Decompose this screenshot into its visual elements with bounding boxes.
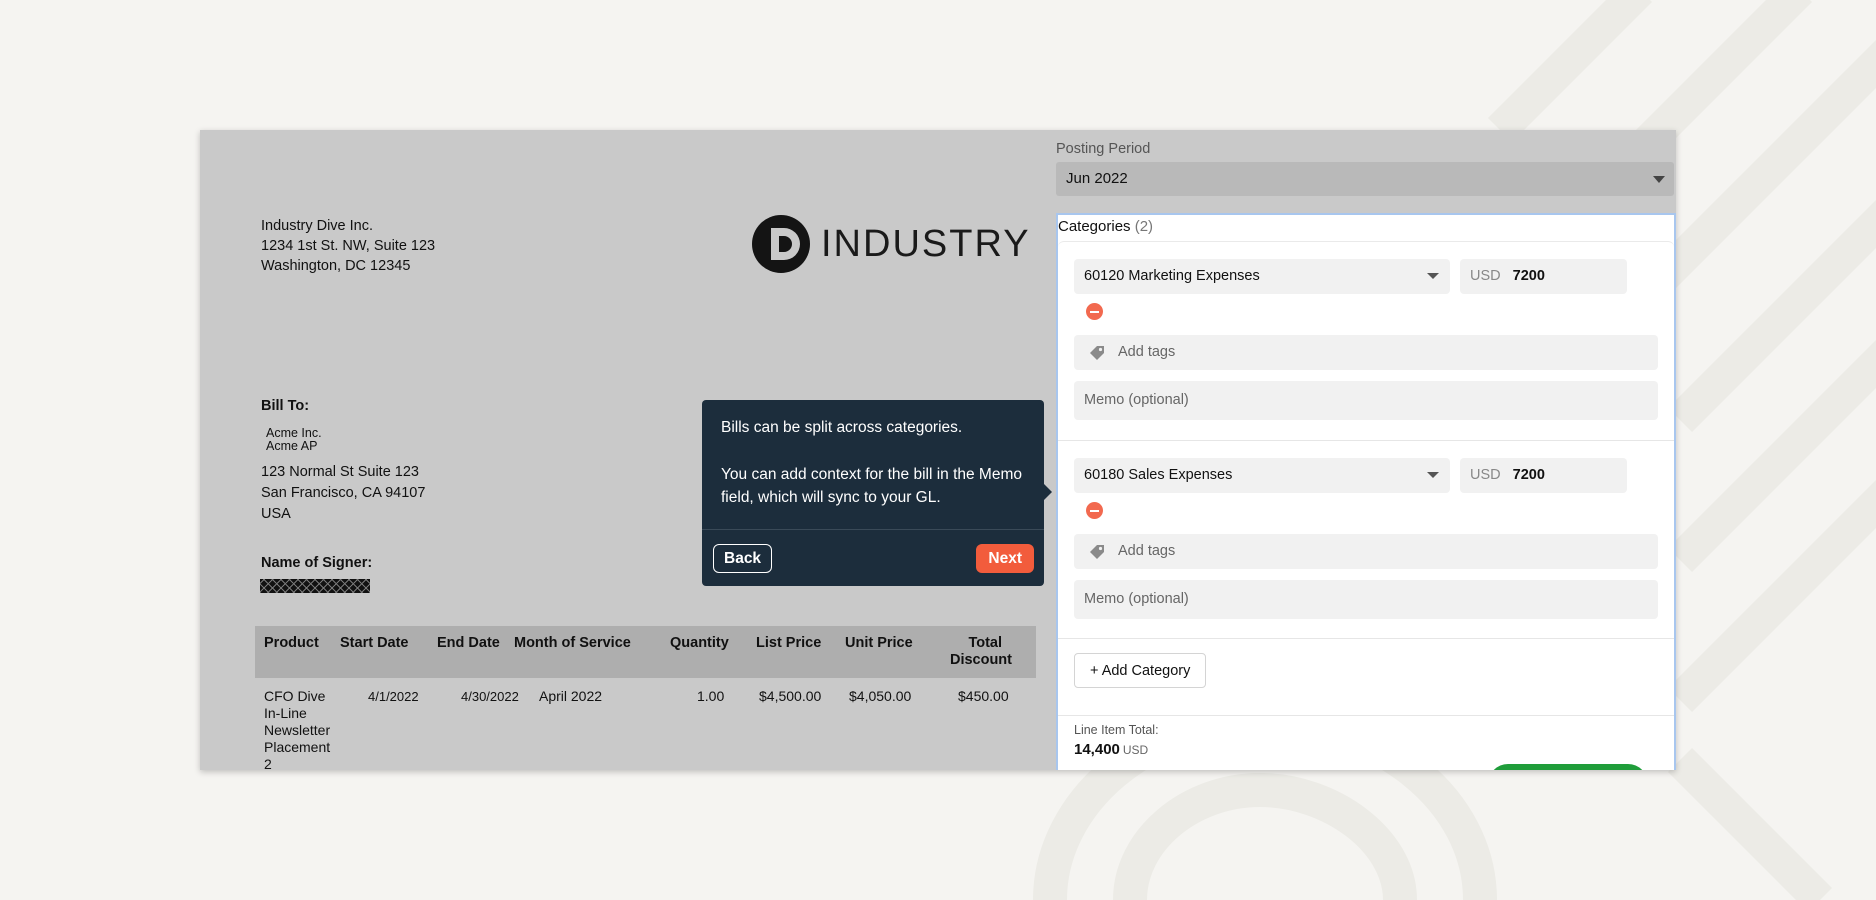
primary-action-button[interactable] <box>1488 764 1648 770</box>
tag-icon <box>1090 545 1104 559</box>
tooltip-message: Bills can be split across categories. Yo… <box>721 419 1023 506</box>
table-row: CFO Dive In-Line Newsletter Placement 2 … <box>255 678 1036 770</box>
chevron-down-icon <box>1427 472 1439 478</box>
table-header: Product Start Date End Date Month of Ser… <box>255 626 1036 678</box>
memo-input[interactable]: Memo (optional) <box>1074 381 1658 420</box>
logo-text: INDUSTRY D <box>821 222 1072 265</box>
bill-to-company: Acme Inc. Acme AP <box>266 426 322 453</box>
tags-input[interactable]: Add tags <box>1074 534 1658 569</box>
currency-label: USD <box>1470 268 1501 284</box>
cell-end-date: 4/30/2022 <box>461 689 519 704</box>
category-card: 60120 Marketing Expenses USD 7200 Add ta… <box>1058 241 1674 441</box>
amount-value: 7200 <box>1512 268 1545 284</box>
header-quantity: Quantity <box>670 635 729 651</box>
bill-to-label: Bill To: <box>261 398 310 414</box>
cell-month-of-service: April 2022 <box>539 688 603 704</box>
tag-icon <box>1090 346 1104 360</box>
cell-quantity: 1.00 <box>697 688 725 704</box>
categories-title: Categories (2) <box>1058 218 1154 235</box>
categories-count: (2) <box>1134 218 1154 235</box>
categories-section: Categories (2) 60120 Marketing Expenses … <box>1056 213 1676 770</box>
header-end-date: End Date <box>437 635 500 651</box>
memo-input[interactable]: Memo (optional) <box>1074 580 1658 619</box>
divider <box>1058 638 1674 639</box>
currency-label: USD <box>1470 467 1501 483</box>
remove-category-icon[interactable] <box>1086 303 1103 320</box>
posting-period-label: Posting Period <box>1056 141 1151 157</box>
signer-label: Name of Signer: <box>261 555 373 571</box>
header-list-price: List Price <box>756 635 822 651</box>
tooltip-arrow <box>1043 483 1052 501</box>
header-month-of-service: Month of Service <box>514 635 631 651</box>
line-item-total-label: Line Item Total: <box>1074 723 1159 737</box>
bill-to-address: 123 Normal St Suite 123 San Francisco, C… <box>261 464 426 522</box>
amount-input[interactable]: USD 7200 <box>1460 458 1627 493</box>
onboarding-tooltip: Bills can be split across categories. Yo… <box>702 400 1052 586</box>
cell-unit-price: $4,050.00 <box>849 688 912 704</box>
divider <box>1058 715 1674 716</box>
vendor-address: Industry Dive Inc. 1234 1st St. NW, Suit… <box>261 218 436 274</box>
add-category-button[interactable]: + Add Category <box>1074 653 1207 688</box>
header-unit-price: Unit Price <box>845 635 913 651</box>
tooltip-divider <box>702 529 1044 530</box>
signer-redacted-signature <box>260 579 370 593</box>
account-select[interactable]: 60120 Marketing Expenses <box>1074 259 1450 294</box>
account-select[interactable]: 60180 Sales Expenses <box>1074 458 1450 493</box>
next-button[interactable]: Next <box>976 544 1034 573</box>
chevron-down-icon <box>1427 273 1439 279</box>
category-card: 60180 Sales Expenses USD 7200 Add tags M… <box>1058 440 1674 639</box>
header-discount: Discount <box>949 652 1012 668</box>
chevron-down-icon <box>1653 176 1665 183</box>
remove-category-icon[interactable] <box>1086 502 1103 519</box>
app-window: Industry Dive Inc. 1234 1st St. NW, Suit… <box>200 130 1676 770</box>
vendor-logo: INDUSTRY D <box>751 214 1072 274</box>
cell-total-discount: $450.00 <box>958 688 1009 704</box>
header-total: Total <box>968 635 1002 651</box>
header-start-date: Start Date <box>340 635 409 651</box>
amount-input[interactable]: USD 7200 <box>1460 259 1627 294</box>
header-product: Product <box>264 635 319 651</box>
line-item-total: 14,400 USD <box>1074 741 1149 758</box>
industry-dive-logo-icon <box>752 215 810 273</box>
cell-list-price: $4,500.00 <box>759 688 822 704</box>
invoice-table: Product Start Date End Date Month of Ser… <box>255 626 1036 770</box>
tags-input[interactable]: Add tags <box>1074 335 1658 370</box>
back-button[interactable]: Back <box>713 544 773 573</box>
amount-value: 7200 <box>1512 467 1545 483</box>
cell-product: CFO Dive In-Line Newsletter Placement 2 <box>264 688 331 770</box>
line-item-total-unit: USD <box>1122 743 1149 757</box>
cell-start-date: 4/1/2022 <box>368 689 419 704</box>
posting-period-select[interactable]: Jun 2022 <box>1056 162 1674 196</box>
bill-details-panel: Posting Period Jun 2022 Categories (2) 6… <box>1036 130 1676 770</box>
